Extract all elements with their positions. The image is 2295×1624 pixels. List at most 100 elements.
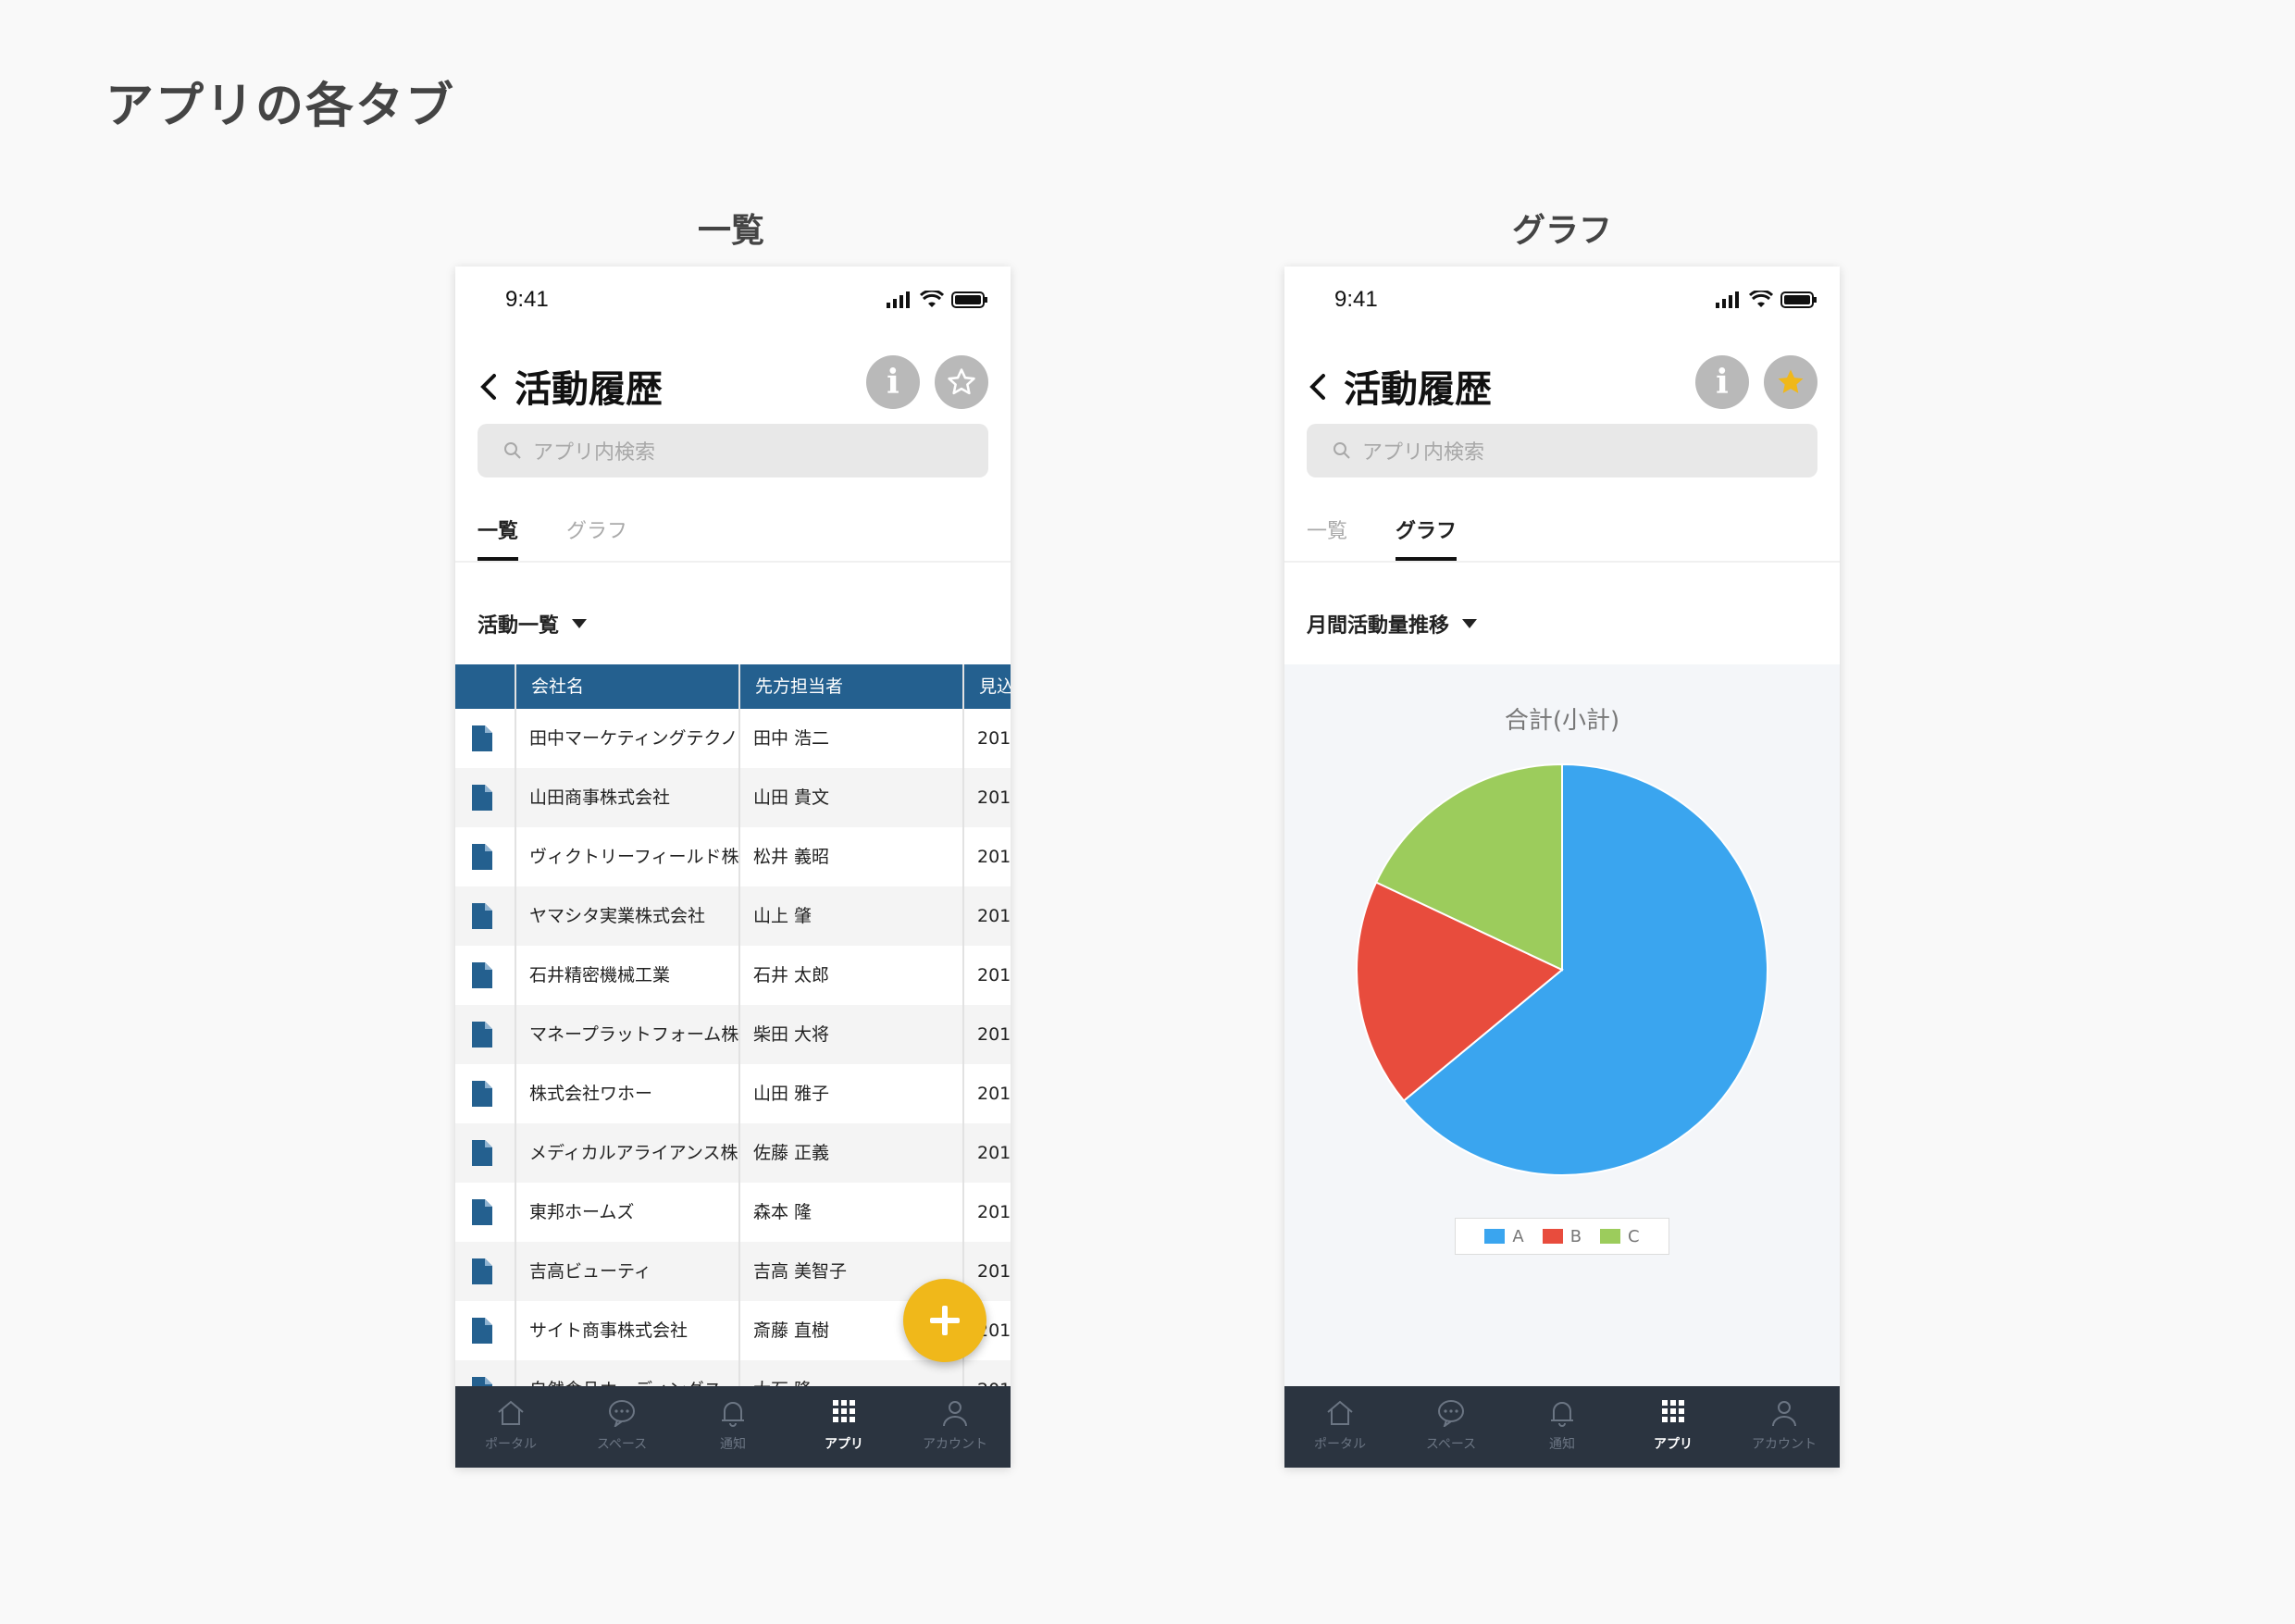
caret-down-icon — [1462, 619, 1478, 628]
nav-item-apps-grid[interactable]: アプリ — [1618, 1386, 1729, 1468]
cell-contact: 松井 義昭 — [753, 847, 830, 867]
cell-company: ヴィクトリーフィールド株 — [529, 847, 738, 867]
nav-label: アカウント — [1752, 1437, 1817, 1452]
search-placeholder: アプリ内検索 — [1362, 441, 1485, 465]
add-record-button[interactable] — [903, 1279, 986, 1362]
favorite-button[interactable] — [1764, 355, 1817, 409]
legend-swatch — [1484, 1229, 1506, 1244]
wifi-icon — [1749, 291, 1773, 307]
table-row[interactable]: 自然食品ホーディングス大石 隆201 — [455, 1360, 1011, 1386]
back-icon[interactable] — [476, 370, 503, 403]
status-bar: 9:41 — [455, 267, 1011, 331]
header-company[interactable]: 会社名 — [515, 664, 738, 709]
document-icon — [472, 1140, 492, 1166]
document-icon — [472, 1258, 492, 1284]
cell-contact: 山田 貴文 — [753, 787, 830, 808]
nav-label: ポータル — [485, 1437, 537, 1452]
chart-legend: A B C — [1455, 1218, 1669, 1255]
view-selector-label: 月間活動量推移 — [1307, 614, 1450, 638]
tab-graph[interactable]: グラフ — [566, 514, 627, 557]
tab-graph[interactable]: グラフ — [1396, 514, 1458, 561]
legend-item-b[interactable]: B — [1542, 1227, 1582, 1246]
cell-company: マネープラットフォーム株 — [529, 1024, 738, 1045]
tab-list[interactable]: 一覧 — [478, 514, 519, 561]
nav-item-chat-bubble[interactable]: スペース — [566, 1386, 677, 1468]
nav-item-home[interactable]: ポータル — [1284, 1386, 1396, 1468]
table-row[interactable]: 東邦ホームズ 森本 隆 201 — [455, 1183, 1011, 1242]
view-selector-row: 活動一覧 — [455, 570, 1011, 663]
view-selector-row: 月間活動量推移 — [1284, 570, 1840, 663]
bell-icon — [1546, 1399, 1578, 1431]
cell-contact: 大石 隆 — [738, 1360, 962, 1386]
document-icon — [472, 725, 492, 751]
table-row[interactable]: メディカルアライアンス株 佐藤 正義 201 — [455, 1123, 1011, 1183]
table-row[interactable]: 石井精密機械工業 石井 太郎 201 — [455, 946, 1011, 1005]
tab-list[interactable]: 一覧 — [1307, 514, 1347, 557]
cell-company: 吉高ビューティ — [529, 1261, 651, 1282]
cell-prospect: 201 — [977, 1202, 1011, 1222]
nav-label: アプリ — [1654, 1437, 1693, 1452]
table-header-cell — [455, 664, 515, 709]
wifi-icon — [920, 291, 944, 307]
nav-label: 通知 — [720, 1437, 746, 1452]
star-filled-icon — [1778, 369, 1804, 393]
nav-label: アプリ — [825, 1437, 863, 1452]
cell-company: ヤマシタ実業株式会社 — [529, 906, 706, 926]
legend-item-a[interactable]: A — [1484, 1227, 1524, 1246]
cell-prospect: 201 — [977, 1143, 1011, 1163]
nav-item-person[interactable]: アカウント — [899, 1386, 1011, 1468]
person-icon — [939, 1399, 971, 1431]
cell-prospect: 201 — [977, 965, 1011, 986]
graph-screen: 9:41 活動履歴 i アプリ内検索 一覧 グラフ 月間活動量推移 合計(小計)… — [1284, 267, 1840, 1468]
document-icon — [472, 903, 492, 929]
cellular-signal-icon — [1716, 291, 1739, 308]
cell-company: 自然食品ホーディングス — [515, 1360, 738, 1386]
search-icon — [504, 442, 521, 459]
status-time: 9:41 — [505, 287, 549, 312]
nav-item-person[interactable]: アカウント — [1729, 1386, 1840, 1468]
cell-prospect: 201 — [977, 787, 1011, 808]
cell-prospect: 201 — [962, 1360, 1011, 1386]
nav-label: 通知 — [1549, 1437, 1575, 1452]
cell-contact: 田中 浩二 — [753, 728, 830, 749]
legend-label: C — [1628, 1226, 1640, 1246]
cell-prospect: 201 — [977, 1024, 1011, 1045]
cell-contact: 山田 雅子 — [753, 1084, 830, 1104]
document-icon — [472, 1199, 492, 1225]
nav-item-apps-grid[interactable]: アプリ — [788, 1386, 899, 1468]
bottom-nav: ポータル スペース 通知 アプリ アカウント — [1284, 1386, 1840, 1468]
search-icon — [1334, 442, 1350, 459]
cell-prospect: 201 — [977, 1084, 1011, 1104]
table-row[interactable]: ヤマシタ実業株式会社 山上 肇 201 — [455, 886, 1011, 946]
cell-company: 株式会社ワホー — [529, 1084, 653, 1104]
nav-item-home[interactable]: ポータル — [455, 1386, 566, 1468]
info-button[interactable]: i — [1695, 355, 1749, 409]
table-row[interactable]: 山田商事株式会社 山田 貴文 201 — [455, 768, 1011, 827]
nav-item-chat-bubble[interactable]: スペース — [1396, 1386, 1507, 1468]
table-row[interactable]: 田中マーケティングテクノ 田中 浩二 201 — [455, 709, 1011, 768]
graph-caption: グラフ — [1511, 212, 1612, 250]
tab-bar: 一覧 グラフ — [1284, 503, 1840, 563]
nav-item-bell[interactable]: 通知 — [677, 1386, 788, 1468]
header-prospect[interactable]: 見込 — [962, 664, 1011, 709]
search-input[interactable]: アプリ内検索 — [478, 424, 988, 477]
view-selector[interactable]: 月間活動量推移 — [1307, 609, 1478, 638]
document-icon — [472, 1318, 492, 1344]
table-row[interactable]: マネープラットフォーム株 柴田 大将 201 — [455, 1005, 1011, 1064]
nav-label: スペース — [596, 1437, 648, 1452]
table-header: 会社名 先方担当者 見込 — [455, 664, 1011, 709]
header-contact[interactable]: 先方担当者 — [738, 664, 962, 709]
nav-label: アカウント — [923, 1437, 987, 1452]
view-selector[interactable]: 活動一覧 — [478, 609, 588, 638]
search-input[interactable]: アプリ内検索 — [1307, 424, 1817, 477]
table-row[interactable]: 株式会社ワホー 山田 雅子 201 — [455, 1064, 1011, 1123]
cellular-signal-icon — [887, 291, 910, 308]
cell-company: 田中マーケティングテクノ — [529, 728, 738, 749]
legend-item-c[interactable]: C — [1600, 1227, 1640, 1246]
column-divider — [738, 664, 740, 1386]
favorite-button[interactable] — [935, 355, 988, 409]
back-icon[interactable] — [1305, 370, 1333, 403]
table-row[interactable]: ヴィクトリーフィールド株 松井 義昭 201 — [455, 827, 1011, 886]
nav-item-bell[interactable]: 通知 — [1507, 1386, 1618, 1468]
info-button[interactable]: i — [866, 355, 920, 409]
